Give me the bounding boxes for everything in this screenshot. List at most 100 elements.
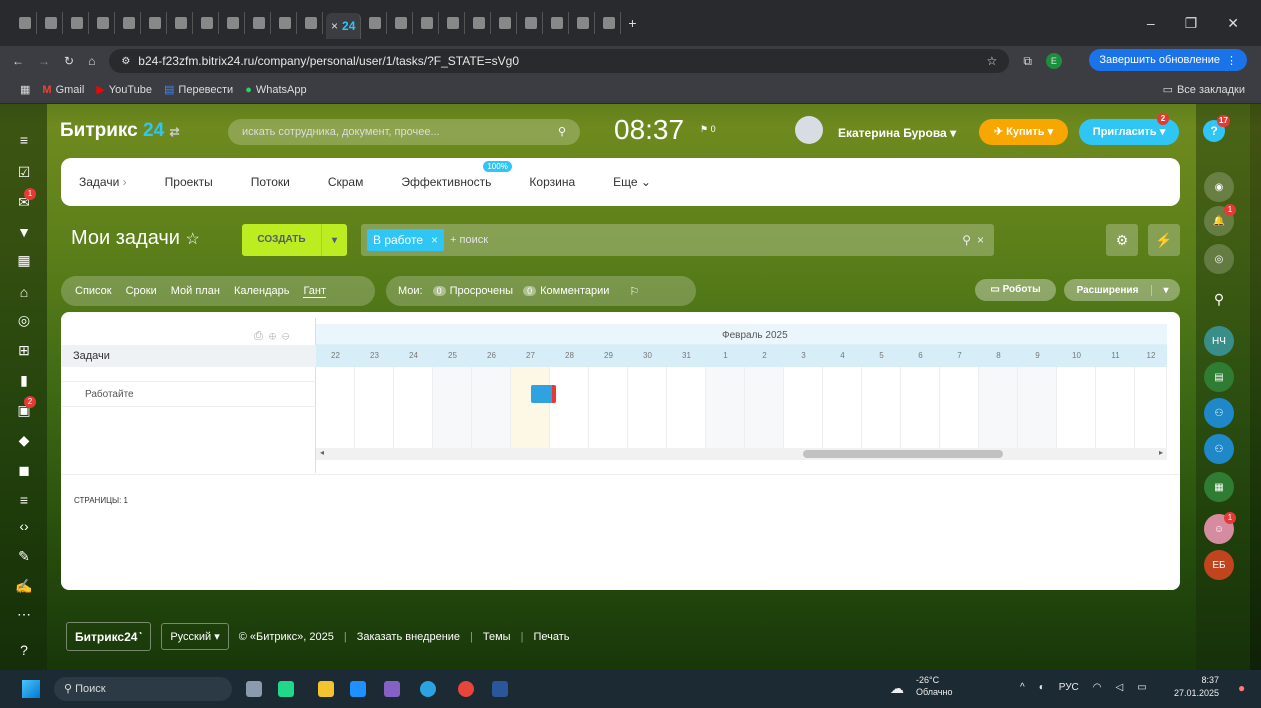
work-time-clock[interactable]: 08:37 [614,114,684,146]
tasks-icon[interactable]: ☑ [14,162,34,182]
tab-flows[interactable]: Потоки [251,175,290,189]
user-menu[interactable]: Екатерина Бурова ▾ [838,126,956,140]
task-view-icon[interactable] [246,681,262,697]
open-lines-icon[interactable]: ◎ [1204,244,1234,274]
file-explorer-icon[interactable] [318,681,334,697]
tab-scrum[interactable]: Скрам [328,175,364,189]
view-list[interactable]: Список [75,285,112,297]
browser-tab[interactable] [66,12,89,34]
robot-icon[interactable]: ◆ [14,430,34,450]
tab-more[interactable]: Еще ⌄ [613,175,651,189]
automation-icon[interactable]: ≡ [14,490,34,510]
close-icon[interactable]: × [331,19,338,33]
help-icon[interactable]: ? [14,640,34,660]
scroll-right-icon[interactable]: ▸ [1159,448,1163,457]
bitrix-logo[interactable]: Битрикс 24 ⇄ [60,120,180,142]
calendar-icon[interactable]: ▦ [14,250,34,270]
copilot-icon[interactable]: ◉ [1204,172,1234,202]
profile-icon[interactable]: E [1045,53,1062,69]
browser-tab[interactable] [546,12,570,34]
extensions-button[interactable]: Расширения ▾ [1064,279,1180,301]
restore-icon[interactable]: ❐ [1185,15,1198,32]
search-icon[interactable]: ⚲ [1204,284,1234,314]
notifications-icon[interactable]: 🔔 1 [1204,204,1236,236]
scroll-thumb[interactable] [803,450,1003,458]
reload-icon[interactable]: ↻ [64,54,74,68]
tab-trash[interactable]: Корзина [529,175,575,189]
browser-tab[interactable] [572,12,596,34]
chat-icon[interactable]: ✉ 1 [14,188,36,212]
search-icon[interactable]: ⚲ [962,233,971,247]
view-deadlines[interactable]: Сроки [126,285,157,297]
browser-tab-active[interactable]: × 24 [326,13,362,39]
bookmark-translate[interactable]: ▤ Перевести [164,83,233,97]
company-icon[interactable]: ⌂ [14,282,34,302]
settings-button[interactable]: ⚙ [1106,224,1138,256]
close-window-icon[interactable]: ✕ [1227,15,1239,32]
footer-logo[interactable]: Битрикс24◔ [66,622,152,651]
create-dropdown-icon[interactable]: ▾ [322,235,347,246]
browser-tab[interactable] [364,12,388,34]
gantt-task-row[interactable]: Работайте [61,381,316,407]
robots-button[interactable]: ▭ Роботы [975,279,1056,301]
browser-tab[interactable] [196,12,219,34]
help-button[interactable]: ? 17 [1203,115,1230,142]
taskbar-clock[interactable]: 8:37 27.01.2025 [1174,674,1219,700]
global-search-input[interactable]: искать сотрудника, документ, прочее... ⚲ [228,119,580,145]
mail-icon[interactable] [350,681,366,697]
sites-icon[interactable]: ◎ [14,310,34,330]
windows-start-icon[interactable] [22,680,40,698]
gantt-task-bar[interactable] [531,385,556,403]
tab-projects[interactable]: Проекты [165,175,213,189]
taskbar-search[interactable]: ⚲ Поиск [54,677,232,701]
language-selector[interactable]: Русский ▾ [161,623,229,650]
create-button[interactable]: СОЗДАТЬ ▾ [242,224,347,256]
filter-icon[interactable]: ▼ [14,222,34,242]
browser-tab[interactable] [118,12,141,34]
buy-button[interactable]: ✈ Купить ▾ [979,119,1068,145]
url-field[interactable]: ⚙ b24-f23zfm.bitrix24.ru/company/persona… [109,49,1010,73]
copilot-tray-icon[interactable]: ◐ [1039,682,1045,693]
back-icon[interactable]: ← [12,54,24,68]
browser-tab[interactable] [442,12,466,34]
tab-efficiency[interactable]: Эффективность 100% [401,161,512,189]
browser-tab[interactable] [520,12,544,34]
browser-tab[interactable] [170,12,193,34]
user-avatar[interactable] [795,116,823,144]
scroll-left-icon[interactable]: ◂ [320,448,324,457]
zoom-in-icon[interactable]: ⊕ [269,330,282,342]
notification-bell-icon[interactable]: ● [1238,681,1245,695]
star-icon[interactable]: ☆ [186,231,200,248]
browser-tab[interactable] [248,12,271,34]
chevron-down-icon[interactable]: ▾ [1152,285,1180,296]
remove-filter-icon[interactable]: × [431,233,438,247]
browser-tab[interactable] [468,12,492,34]
footer-link-themes[interactable]: Темы [483,631,511,643]
menu-toggle-icon[interactable]: ≡ [14,130,34,150]
word-icon[interactable] [492,681,508,697]
chevron-up-icon[interactable]: ^ [1020,682,1025,693]
developer-icon[interactable]: ‹› [14,516,34,536]
self-avatar[interactable]: ЕБ [1204,550,1234,580]
home-icon[interactable]: ⌂ [88,54,95,68]
read-all-icon[interactable]: ⚐ [629,285,639,298]
user-group-icon[interactable]: ⚇ [1204,434,1234,464]
market-icon[interactable]: ◼ [14,460,34,480]
gantt-horizontal-scrollbar[interactable]: ◂ ▸ [316,448,1167,460]
bookmark-whatsapp[interactable]: ● WhatsApp [245,84,306,96]
footer-link-print[interactable]: Печать [533,631,569,643]
input-language[interactable]: РУС [1059,682,1079,693]
browser-tab[interactable] [390,12,414,34]
telegram-icon[interactable] [420,681,436,697]
bookmark-youtube[interactable]: ▶ YouTube [96,83,152,97]
browser-tab[interactable] [40,12,63,34]
invite-button[interactable]: Пригласить ▾ 2 [1079,113,1179,145]
edit-icon[interactable]: ✎ [14,546,34,566]
extensions-icon[interactable]: ⧉ [1023,54,1032,69]
battery-icon[interactable]: ▭ [1137,682,1146,693]
browser-tab[interactable] [598,12,622,34]
browser-tab[interactable] [222,12,245,34]
clear-icon[interactable]: × [977,233,984,247]
view-calendar[interactable]: Календарь [234,285,290,297]
contact-avatar[interactable]: НЧ [1204,326,1234,356]
